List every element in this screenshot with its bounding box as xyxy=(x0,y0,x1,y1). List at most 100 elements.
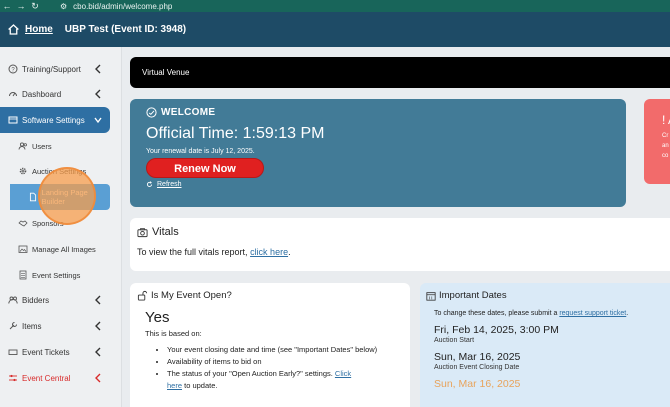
sidebar-item-sponsors[interactable]: Sponsors xyxy=(0,210,110,236)
browser-toolbar: ← → ↻ ⚙ cbo.bid/admin/welcome.php xyxy=(0,0,670,12)
event-open-heading: Is My Event Open? xyxy=(151,290,232,301)
early-open-text: The status of your "Open Auction Early?"… xyxy=(167,369,333,378)
home-icon xyxy=(8,24,19,35)
chevron-left-icon xyxy=(95,373,101,383)
chevron-left-icon xyxy=(95,321,101,331)
vitals-card: Vitals To view the full vitals report, c… xyxy=(130,218,670,271)
sidebar-item-label: Software Settings xyxy=(22,115,85,125)
reload-icon[interactable]: ↻ xyxy=(28,0,42,12)
sidebar-item-label: Event Settings xyxy=(32,270,81,280)
alert-line: Cr xyxy=(662,133,669,139)
sliders-icon xyxy=(9,374,17,382)
image-icon xyxy=(18,245,28,253)
virtual-venue-bar[interactable]: Virtual Venue xyxy=(130,57,670,88)
vitals-header: Vitals xyxy=(137,226,663,238)
dates-note-text: To change these dates, please submit a xyxy=(434,310,558,317)
sidebar-item-manage-all-images[interactable]: Manage All Images xyxy=(0,236,110,262)
page-icon xyxy=(29,192,37,202)
date-row: Sun, Mar 16, 2025 xyxy=(434,378,664,390)
sidebar-item-label: Users xyxy=(32,141,52,151)
sidebar-item-label: Bidders xyxy=(22,295,50,305)
refresh-link[interactable]: Refresh xyxy=(146,181,610,188)
criteria-list: Your event closing date and time (see "I… xyxy=(167,344,403,392)
wrench-icon xyxy=(9,322,17,330)
vitals-period: . xyxy=(288,247,291,257)
chevron-down-icon xyxy=(94,117,102,124)
sidebar-item-label: Event Central xyxy=(22,373,71,383)
event-open-card: Is My Event Open? Yes This is based on: … xyxy=(130,283,410,407)
event-open-header: Is My Event Open? xyxy=(137,290,403,301)
event-title: UBP Test (Event ID: 3948) xyxy=(64,24,187,35)
date-value: Sun, Mar 16, 2025 xyxy=(434,351,521,363)
date-value: Sun, Mar 16, 2025 xyxy=(434,378,521,390)
sidebar-item-label: Items xyxy=(22,321,42,331)
alert-line: co xyxy=(662,153,669,159)
here-link[interactable]: here xyxy=(167,381,182,390)
date-label: Auction Start xyxy=(434,337,475,344)
click-link[interactable]: Click xyxy=(335,369,351,378)
people-icon xyxy=(8,296,18,304)
important-dates-heading: Important Dates xyxy=(439,290,507,301)
sidebar-item-auction-settings[interactable]: Auction Settings xyxy=(0,158,110,184)
sidebar-item-training-support[interactable]: ? Training/Support xyxy=(0,56,110,82)
address-bar[interactable]: cbo.bid/admin/welcome.php xyxy=(73,2,172,11)
dashboard-icon xyxy=(9,92,17,97)
sidebar-item-users[interactable]: Users xyxy=(0,133,110,159)
sidebar-item-label: Auction Settings xyxy=(32,166,87,176)
sidebar-item-event-settings[interactable]: Event Settings xyxy=(0,262,110,288)
renew-now-button[interactable]: Renew Now xyxy=(146,158,264,178)
back-arrow-icon[interactable]: ← xyxy=(0,0,14,12)
event-open-answer: Yes xyxy=(145,309,170,326)
ticket-icon xyxy=(8,349,18,355)
alert-card: ! A Cr an co xyxy=(644,99,670,184)
dates-note-period: . xyxy=(626,310,629,317)
sidebar-item-event-central[interactable]: Event Central xyxy=(0,365,110,391)
dates-note: To change these dates, please submit a r… xyxy=(434,310,664,317)
vitals-heading: Vitals xyxy=(152,226,179,238)
vitals-text: To view the full vitals report, click he… xyxy=(137,247,663,257)
help-circle-icon: ? xyxy=(8,64,18,74)
welcome-header: WELCOME xyxy=(146,107,610,118)
settings-icon xyxy=(8,116,18,124)
calendar-icon xyxy=(426,291,436,301)
support-ticket-link[interactable]: request support ticket xyxy=(559,310,626,317)
gear-icon xyxy=(19,167,27,175)
sidebar-item-software-settings[interactable]: Software Settings xyxy=(0,107,110,133)
welcome-card: WELCOME Official Time: 1:59:13 PM Your r… xyxy=(130,99,626,207)
chevron-left-icon xyxy=(95,295,101,305)
refresh-icon xyxy=(146,181,153,187)
date-row: Fri, Feb 14, 2025, 3:00 PM Auction Start xyxy=(434,324,664,344)
list-item: Availability of items to bid on xyxy=(167,356,403,368)
users-icon xyxy=(18,142,27,150)
alert-mark: ! A xyxy=(662,113,670,127)
sidebar-item-bidders[interactable]: Bidders xyxy=(0,287,110,313)
sidebar-item-items[interactable]: Items xyxy=(0,313,110,339)
chevron-left-icon xyxy=(95,347,101,357)
sidebar-item-dashboard[interactable]: Dashboard xyxy=(0,81,110,107)
unlock-icon xyxy=(137,290,148,301)
forward-arrow-icon[interactable]: → xyxy=(14,0,28,12)
sidebar-item-landing-page-builder[interactable]: Landing Page Builder xyxy=(10,184,110,210)
refresh-label: Refresh xyxy=(157,181,182,188)
sidebar-item-label: Sponsors xyxy=(32,218,64,228)
official-time: Official Time: 1:59:13 PM xyxy=(146,125,325,142)
sidebar-item-label: Dashboard xyxy=(22,89,62,99)
to-update-text: to update. xyxy=(184,381,218,390)
sidebar-item-event-tickets[interactable]: Event Tickets xyxy=(0,339,110,365)
important-dates-header: Important Dates xyxy=(426,290,664,301)
list-item: The status of your "Open Auction Early?"… xyxy=(167,368,403,392)
based-on-text: This is based on: xyxy=(145,329,202,338)
date-row: Sun, Mar 16, 2025 Auction Event Closing … xyxy=(434,351,664,371)
welcome-heading: WELCOME xyxy=(161,107,216,118)
home-link[interactable]: Home xyxy=(25,24,53,35)
vitals-report-link[interactable]: click here xyxy=(250,247,288,257)
date-value: Fri, Feb 14, 2025, 3:00 PM xyxy=(434,324,559,336)
site-info-icon[interactable]: ⚙ xyxy=(60,2,67,11)
handshake-icon xyxy=(18,220,28,227)
chevron-left-icon xyxy=(95,64,101,74)
date-label: Auction Event Closing Date xyxy=(434,364,520,371)
alert-line: an xyxy=(662,143,669,149)
renewal-date: Your renewal date is July 12, 2025. xyxy=(146,148,255,155)
sidebar-item-label: Training/Support xyxy=(22,64,81,74)
sidebar-item-label: Manage All Images xyxy=(32,244,96,254)
